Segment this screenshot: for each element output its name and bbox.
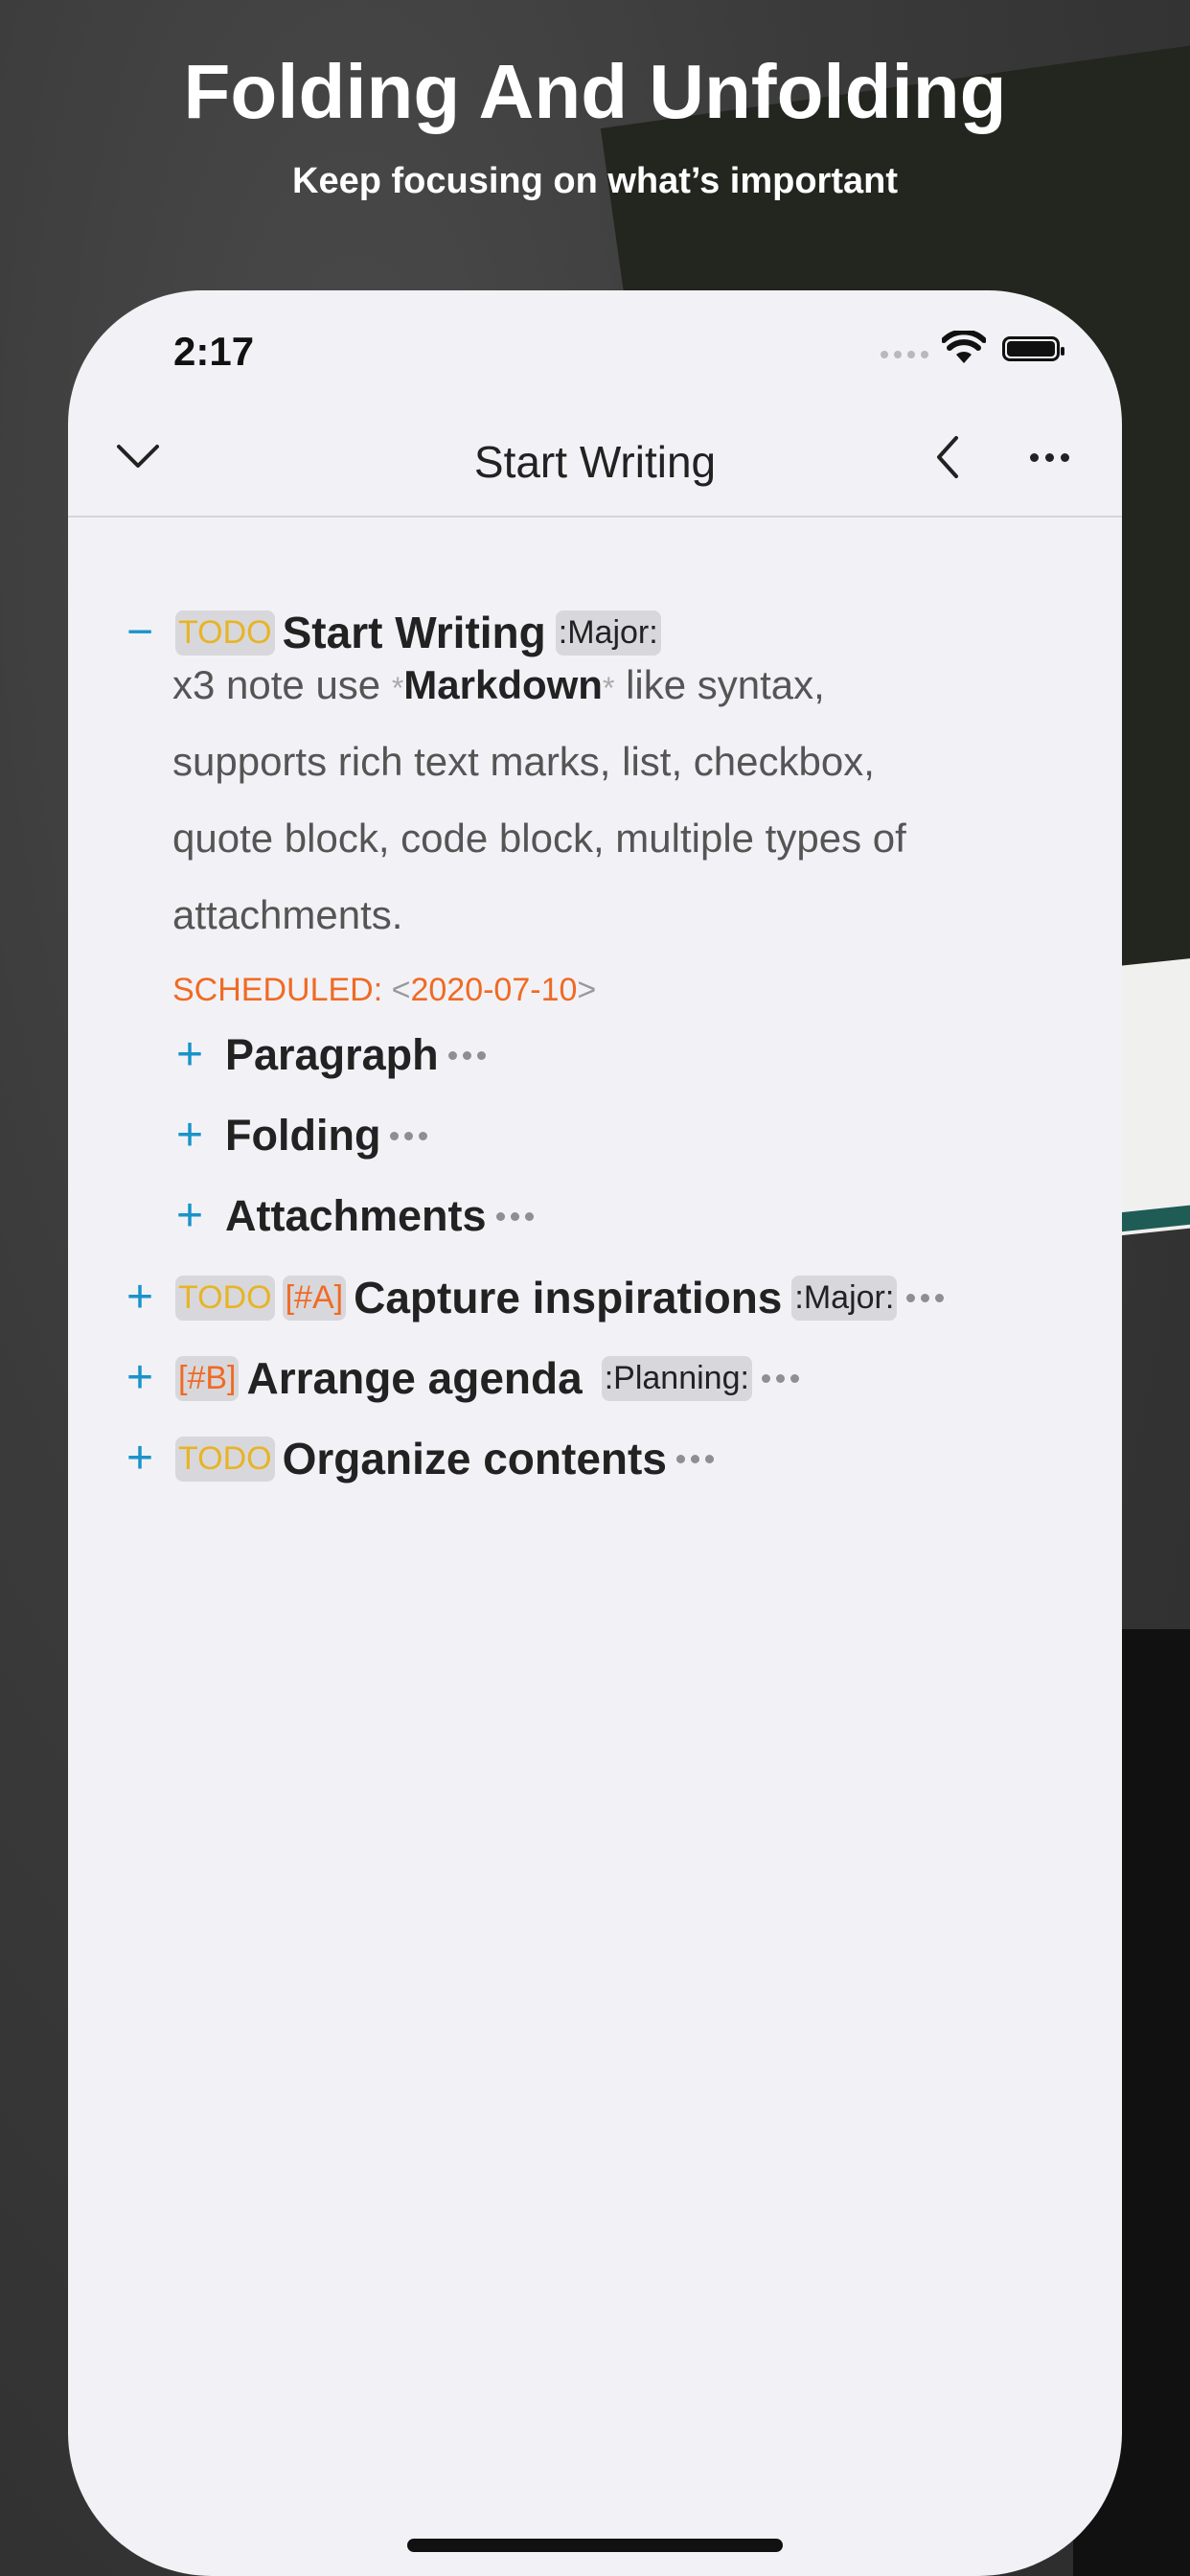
markdown-mark: *: [602, 671, 615, 705]
navigation-bar: Start Writing: [68, 396, 1122, 518]
expand-toggle[interactable]: +: [118, 1355, 162, 1401]
todo-keyword: TODO: [175, 1436, 275, 1482]
child-heading: Folding: [225, 1111, 381, 1160]
outline-item-start-writing[interactable]: − TODO Start Writing :Major:: [118, 607, 661, 658]
folded-ellipsis-icon[interactable]: [495, 1211, 534, 1221]
expand-toggle[interactable]: +: [118, 1436, 162, 1482]
scheduled-label: SCHEDULED:: [172, 972, 392, 1008]
bold-text: Markdown: [403, 662, 603, 707]
home-indicator[interactable]: [407, 2539, 783, 2552]
date-bracket: >: [577, 972, 597, 1008]
outline-item-organize-contents[interactable]: + TODO Organize contents: [118, 1433, 714, 1484]
heading-title: Arrange agenda: [246, 1353, 583, 1403]
child-heading: Attachments: [225, 1191, 487, 1240]
nav-title: Start Writing: [473, 437, 717, 487]
scheduled-line[interactable]: SCHEDULED: <2020-07-10>: [172, 972, 596, 1009]
back-chevron-icon[interactable]: [933, 434, 962, 480]
more-options-icon[interactable]: [1030, 453, 1069, 462]
expand-toggle[interactable]: +: [168, 1032, 212, 1078]
markdown-mark: *: [391, 671, 404, 705]
body-text: x3 note use: [172, 662, 392, 707]
child-heading: Paragraph: [225, 1030, 439, 1079]
wifi-icon: [942, 331, 986, 363]
status-time: 2:17: [173, 329, 255, 374]
expand-toggle[interactable]: +: [168, 1193, 212, 1239]
outline-child-attachments[interactable]: + Attachments: [168, 1191, 534, 1241]
outline-item-arrange-agenda[interactable]: + [#B] Arrange agenda :Planning:: [118, 1352, 799, 1404]
promo-subtitle: Keep focusing on what’s important: [292, 161, 898, 201]
expand-toggle[interactable]: +: [118, 1275, 162, 1321]
folded-ellipsis-icon[interactable]: [761, 1373, 799, 1383]
todo-keyword: TODO: [175, 610, 275, 656]
body-line-3: quote block, code block, multiple types …: [172, 816, 906, 861]
outline-item-capture-inspirations[interactable]: + TODO [#A] Capture inspirations :Major:: [118, 1272, 945, 1323]
body-text: like syntax,: [614, 662, 825, 707]
collapse-toggle[interactable]: −: [118, 610, 162, 656]
tag-badge: :Planning:: [601, 1355, 752, 1401]
folded-ellipsis-icon[interactable]: [390, 1131, 428, 1140]
promo-title: Folding And Unfolding: [183, 49, 1007, 134]
expand-toggle[interactable]: +: [168, 1113, 212, 1159]
scheduled-date: 2020-07-10: [410, 972, 578, 1008]
outline-child-folding[interactable]: + Folding: [168, 1111, 428, 1161]
body-line-2: supports rich text marks, list, checkbox…: [172, 739, 875, 784]
priority-badge: [#B]: [175, 1355, 240, 1401]
heading-title: Capture inspirations: [354, 1273, 783, 1322]
priority-badge: [#A]: [282, 1275, 347, 1321]
cellular-signal-icon: [881, 351, 928, 358]
heading-title: Organize contents: [282, 1434, 667, 1484]
phone-screen: 2:17 Start Writing − TODO Start Writing …: [68, 290, 1122, 2576]
tag-badge: :Major:: [555, 610, 661, 656]
outline-child-paragraph[interactable]: + Paragraph: [168, 1030, 486, 1080]
todo-keyword: TODO: [175, 1275, 275, 1321]
body-line-4: attachments.: [172, 892, 403, 937]
folded-ellipsis-icon[interactable]: [675, 1454, 714, 1463]
body-line-1: x3 note use *Markdown* like syntax,: [172, 662, 825, 708]
battery-icon: [1002, 336, 1064, 361]
folded-ellipsis-icon[interactable]: [447, 1050, 486, 1060]
folded-ellipsis-icon[interactable]: [906, 1293, 945, 1302]
tag-badge: :Major:: [791, 1275, 898, 1321]
heading-title: Start Writing: [282, 608, 546, 657]
date-bracket: <: [391, 972, 411, 1008]
